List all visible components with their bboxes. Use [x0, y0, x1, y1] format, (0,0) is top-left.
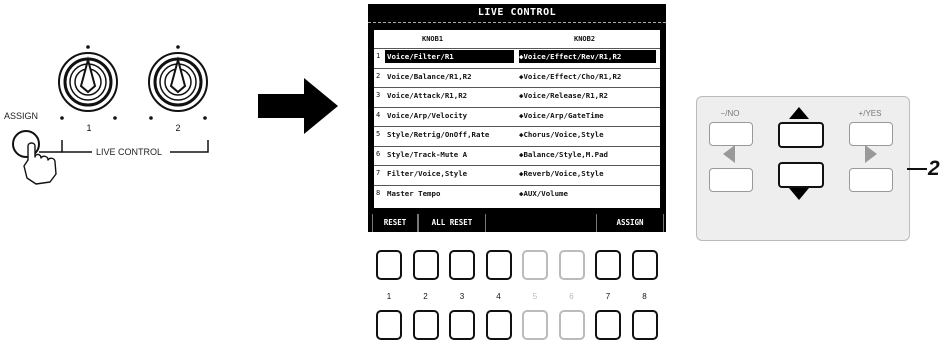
- row-number: 1: [376, 52, 381, 60]
- no-button[interactable]: [709, 122, 753, 146]
- knob2-assignment: ◆Balance/Style,M.Pad: [519, 149, 608, 159]
- all-reset-button[interactable]: ALL RESET: [418, 214, 486, 232]
- upper-key-1[interactable]: [376, 250, 402, 280]
- knob1-assignment: Filter/Voice,Style: [387, 169, 468, 178]
- cursor-button-panel: −/NO +/YES: [696, 96, 910, 241]
- table-row[interactable]: 6 Style/Track-Mute A ◆Balance/Style,M.Pad: [374, 145, 660, 163]
- lower-key-5[interactable]: [522, 310, 548, 340]
- upper-key-7[interactable]: [595, 250, 621, 280]
- table-row[interactable]: 2 Voice/Balance/R1,R2 ◆Voice/Effect/Cho/R1…: [374, 67, 660, 85]
- key-number-label: 1: [386, 292, 392, 301]
- up-button[interactable]: [778, 122, 824, 148]
- key-number-label: 4: [496, 292, 501, 301]
- assign-button[interactable]: [12, 130, 62, 158]
- row-number: 4: [376, 110, 381, 119]
- table-row[interactable]: 8 Master Tempo ◆AUX/Volume: [374, 184, 660, 202]
- table-row[interactable]: 7 Filter/Voice,Style ◆Reverb/Voice,Style: [374, 165, 660, 182]
- up-arrow-icon: [789, 107, 809, 119]
- knob-2[interactable]: [148, 45, 208, 120]
- key-number-label: 2: [423, 292, 428, 301]
- table-row[interactable]: 4 Voice/Arp/Velocity ◆Voice/Arp/GateTime: [374, 106, 660, 124]
- upper-key-2[interactable]: [412, 250, 439, 280]
- reset-button[interactable]: RESET: [372, 214, 418, 232]
- row-number: 5: [376, 130, 381, 138]
- row-number: 3: [376, 91, 381, 99]
- assign-label: ASSIGN: [4, 111, 39, 121]
- table-row[interactable]: 5 Style/Retrig/OnOff,Rate ◆Chorus/Voice,St…: [374, 126, 660, 143]
- knob2-assignment: ◆Voice/Effect/Rev/R1,R2: [519, 50, 656, 63]
- upper-key-6[interactable]: [558, 250, 585, 280]
- key-number-label: 5: [532, 292, 538, 301]
- key-number-label: 6: [569, 292, 574, 301]
- no-label: −/NO: [720, 109, 740, 118]
- down-button[interactable]: [778, 162, 824, 188]
- upper-key-3[interactable]: [449, 250, 475, 280]
- key-number-label: 7: [605, 292, 611, 301]
- callout-line: [907, 168, 927, 170]
- knobs-drawing: [12, 45, 209, 185]
- right-arrow-icon: [865, 145, 877, 163]
- table-row[interactable]: 1 Voice/Filter/R1 ◆Voice/Effect/Rev/R1,R2: [374, 48, 660, 65]
- upper-key-8[interactable]: [631, 250, 658, 280]
- left-arrow-icon: [723, 145, 735, 163]
- row-number: 2: [376, 71, 381, 80]
- lower-key-4[interactable]: [485, 310, 512, 340]
- knob1-assignment: Master Tempo: [387, 188, 441, 198]
- bracket-right-line: [170, 140, 209, 153]
- left-button[interactable]: [709, 168, 753, 192]
- knob2-assignment: ◆Voice/Effect/Cho/R1,R2: [519, 71, 622, 81]
- lower-key-3[interactable]: [449, 310, 475, 340]
- upper-key-4[interactable]: [485, 250, 512, 280]
- lower-key-2[interactable]: [412, 310, 439, 340]
- knob-1-label: 1: [86, 123, 92, 133]
- bracket-left-line: [61, 140, 92, 153]
- knob1-assignment: Voice/Arp/Velocity: [387, 110, 468, 120]
- lcd-title: LIVE CONTROL: [368, 4, 666, 23]
- arrow-right-icon: [258, 78, 338, 134]
- lower-key-8[interactable]: [631, 310, 658, 340]
- right-button[interactable]: [849, 168, 893, 192]
- column-header-knob1: KNOB1: [422, 35, 444, 43]
- row-number: 7: [376, 169, 381, 177]
- knob1-assignment: Voice/Filter/R1: [385, 50, 514, 63]
- pressing-hand-icon: [23, 142, 57, 185]
- lower-key-1[interactable]: [376, 310, 402, 340]
- knob2-assignment: ◆Chorus/Voice,Style: [519, 130, 604, 139]
- live-control-label: LIVE CONTROL: [96, 147, 163, 157]
- upper-key-5[interactable]: [522, 250, 548, 280]
- step-callout: 2: [928, 157, 940, 180]
- knob1-assignment: Style/Retrig/OnOff,Rate: [387, 130, 490, 139]
- row-number: 6: [376, 149, 381, 158]
- table-row[interactable]: 3 Voice/Attack/R1,R2 ◆Voice/Release/R1,R2: [374, 87, 660, 104]
- knob1-assignment: Style/Track-Mute A: [387, 149, 468, 159]
- row-number: 8: [376, 188, 381, 197]
- knob2-assignment: ◆Voice/Release/R1,R2: [519, 91, 608, 100]
- key-number-label: 8: [642, 292, 647, 301]
- column-header-knob2: KNOB2: [574, 35, 596, 43]
- down-arrow-icon: [789, 188, 809, 200]
- knob2-assignment: ◆Voice/Arp/GateTime: [519, 110, 604, 120]
- knob-1[interactable]: [58, 45, 118, 120]
- knob1-assignment: Voice/Attack/R1,R2: [387, 91, 468, 100]
- lower-key-6[interactable]: [558, 310, 585, 340]
- knob1-assignment: Voice/Balance/R1,R2: [387, 71, 472, 81]
- yes-button[interactable]: [849, 122, 893, 146]
- knob-2-label: 2: [175, 123, 181, 133]
- knob2-assignment: ◆Reverb/Voice,Style: [519, 169, 604, 178]
- live-control-table: KNOB1 KNOB2 1 Voice/Filter/R1 ◆Voice/Effec…: [374, 30, 660, 208]
- yes-label: +/YES: [858, 109, 882, 118]
- key-number-label: 3: [459, 292, 465, 301]
- lower-key-7[interactable]: [595, 310, 621, 340]
- assign-lcd-button[interactable]: ASSIGN: [596, 214, 664, 232]
- knob2-assignment: ◆AUX/Volume: [519, 188, 568, 198]
- lcd-screen: LIVE CONTROL KNOB1 KNOB2 1 Voice/Filter/R…: [368, 4, 666, 232]
